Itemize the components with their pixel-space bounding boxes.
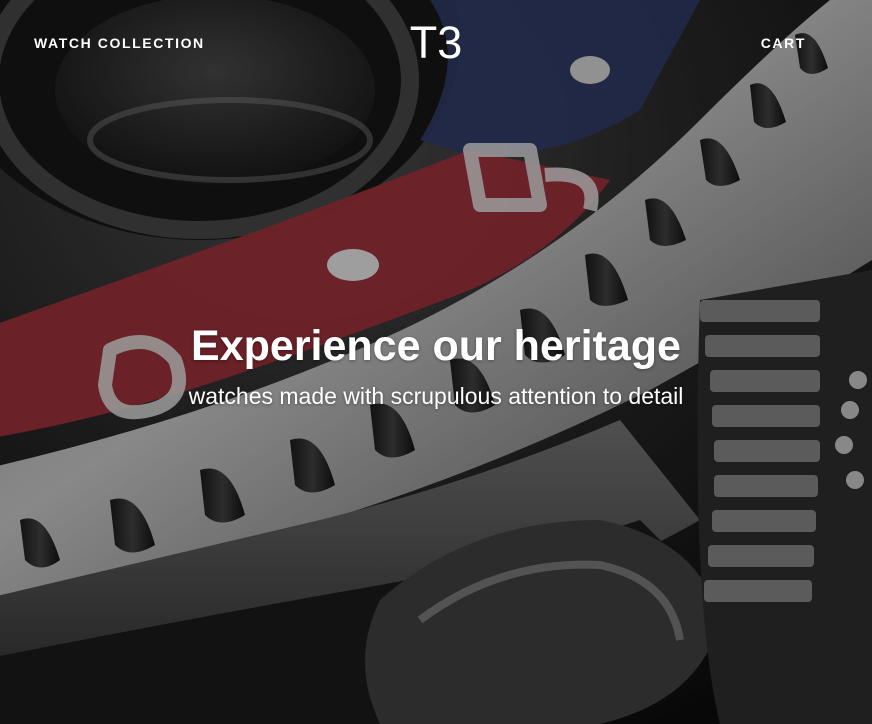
hero-section: WATCH COLLECTION T3 CART Experience our … [0, 0, 872, 724]
hero-subheadline: watches made with scrupulous attention t… [188, 383, 684, 409]
logo-text[interactable]: T3 [410, 17, 463, 68]
top-navigation: WATCH COLLECTION T3 CART [0, 0, 872, 90]
hero-headline: Experience our heritage [191, 322, 681, 370]
watch-collection-link[interactable]: WATCH COLLECTION [34, 35, 205, 51]
cart-link[interactable]: CART [761, 35, 806, 51]
